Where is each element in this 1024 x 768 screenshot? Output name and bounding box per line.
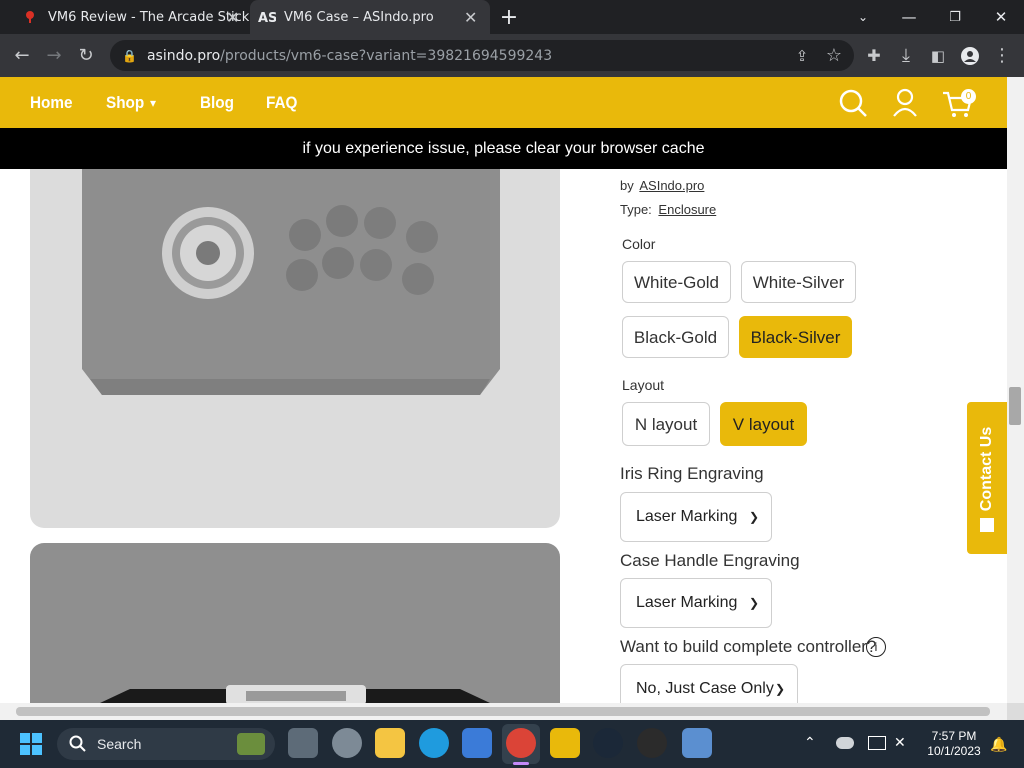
address-bar[interactable]: 🔒 asindo.pro /products/vm6-case?variant=… [110, 40, 854, 71]
as-logo-favicon: AS [258, 9, 277, 26]
search-icon[interactable] [838, 88, 868, 123]
windows-start-icon[interactable] [20, 733, 42, 760]
nav-blog[interactable]: Blog [200, 77, 234, 128]
photos-icon[interactable] [682, 728, 712, 758]
close-icon[interactable]: ✕ [226, 8, 239, 27]
layout-label: Layout [622, 377, 665, 393]
tab-vm6-case[interactable]: AS VM6 Case – ASIndo.pro ✕ [250, 0, 490, 34]
tray-chevron-up-icon[interactable]: ⌃ [804, 734, 816, 751]
product-image-secondary[interactable] [30, 543, 560, 703]
taskbar-search-box[interactable]: Search [57, 728, 275, 760]
network-icon[interactable] [868, 736, 886, 750]
svg-text:AS: AS [258, 11, 276, 25]
handle-engraving-label: Case Handle Engraving [620, 551, 800, 570]
scrollbar-corner [1007, 703, 1024, 720]
side-panel-icon[interactable]: ◧ [922, 34, 954, 77]
iris-engraving-value: Laser Marking [636, 508, 738, 525]
menu-kebab-icon[interactable]: ⋮ [986, 34, 1018, 77]
chevron-down-icon: ❯ [748, 596, 759, 610]
download-icon[interactable]: ⤓ [890, 34, 922, 77]
new-tab-button[interactable]: + [486, 0, 532, 34]
layout-option-n[interactable]: N layout [622, 402, 710, 446]
color-option-white-silver[interactable]: White-Silver [741, 261, 856, 303]
share-icon[interactable]: ⇪ [786, 34, 818, 77]
color-option-white-gold[interactable]: White-Gold [622, 261, 731, 303]
taskbar-clock[interactable]: 7:57 PM 10/1/2023 [920, 729, 988, 759]
contact-us-tab[interactable]: Contact Us [967, 402, 1007, 554]
app-yellow-icon[interactable] [550, 728, 580, 758]
volume-muted-icon[interactable]: ✕ [894, 734, 906, 751]
close-icon[interactable]: ✕ [464, 8, 477, 27]
steam-icon[interactable] [593, 728, 623, 758]
product-page: by ASIndo.pro Type: Enclosure Color Whit… [0, 169, 1007, 703]
url-path: /products/vm6-case?variant=3982169459924… [220, 47, 553, 64]
active-app-indicator [513, 762, 529, 765]
widgets-icon[interactable] [332, 728, 362, 758]
profile-icon[interactable] [954, 34, 986, 77]
type-line: Type: Enclosure [620, 202, 716, 217]
vendor-link[interactable]: ASIndo.pro [639, 178, 704, 193]
chevron-down-icon: ❯ [748, 510, 759, 524]
type-link[interactable]: Enclosure [658, 202, 716, 217]
iris-engraving-label: Iris Ring Engraving [620, 464, 764, 483]
reload-button[interactable]: ↻ [70, 34, 102, 77]
color-option-black-silver[interactable]: Black-Silver [739, 316, 852, 358]
account-icon[interactable] [892, 88, 918, 123]
type-label: Type: [620, 202, 652, 217]
chrome-icon[interactable] [506, 728, 536, 758]
lock-icon[interactable]: 🔒 [122, 49, 137, 63]
taskbar-search-label: Search [97, 736, 142, 752]
onedrive-icon[interactable] [836, 737, 854, 749]
clock-time: 7:57 PM [931, 729, 977, 743]
tab-search-chevron-icon[interactable]: ⌄ [840, 0, 886, 34]
horizontal-scrollbar-thumb[interactable] [16, 707, 990, 716]
arcade-stick-favicon [22, 9, 38, 25]
chevron-down-icon[interactable]: ▾ [150, 96, 156, 110]
handle-engraving-select[interactable]: Laser Marking ❯ [620, 578, 772, 628]
close-window-button[interactable]: ✕ [978, 0, 1024, 34]
scrollbar-thumb[interactable] [1009, 387, 1021, 425]
clock-date: 10/1/2023 [927, 744, 981, 758]
vendor-prefix: by [620, 178, 634, 193]
nav-home[interactable]: Home [30, 77, 73, 128]
file-explorer-icon[interactable] [375, 728, 405, 758]
app-controller-icon[interactable] [637, 728, 667, 758]
microsoft-store-icon[interactable] [462, 728, 492, 758]
bookmark-star-icon[interactable]: ☆ [818, 34, 850, 77]
iris-engraving-select[interactable]: Laser Marking ❯ [620, 492, 772, 542]
tab-title: VM6 Review - The Arcade Stick [48, 9, 250, 25]
product-image-main[interactable] [30, 169, 560, 528]
build-controller-value: No, Just Case Only [636, 680, 774, 697]
color-label: Color [622, 236, 656, 252]
color-option-black-gold[interactable]: Black-Gold [622, 316, 729, 358]
build-controller-select[interactable]: No, Just Case Only ❯ [620, 664, 798, 703]
nav-faq[interactable]: FAQ [266, 77, 297, 128]
chevron-down-icon: ❯ [774, 682, 785, 696]
nav-shop[interactable]: Shop [106, 77, 144, 128]
search-highlight-icon [237, 733, 265, 755]
task-view-icon[interactable] [288, 728, 318, 758]
contact-us-label: Contact Us [978, 426, 995, 512]
tab-vm6-review[interactable]: VM6 Review - The Arcade Stick ✕ [14, 0, 250, 34]
edge-icon[interactable] [419, 728, 449, 758]
vm6-case-illustration [82, 169, 500, 395]
minimize-button[interactable]: — [886, 0, 932, 34]
layout-option-v[interactable]: V layout [720, 402, 807, 446]
cart-count-badge: 0 [961, 89, 976, 104]
info-icon[interactable]: i [866, 637, 886, 657]
forward-button[interactable]: → [38, 34, 70, 77]
handle-engraving-value: Laser Marking [636, 594, 738, 611]
extensions-icon[interactable]: ✚ [858, 34, 890, 77]
back-button[interactable]: ← [6, 34, 38, 77]
vm6-case-side-illustration [100, 685, 490, 703]
tab-title: VM6 Case – ASIndo.pro [284, 9, 434, 25]
notification-bell-icon[interactable]: 🔔 [990, 736, 1007, 753]
url-host: asindo.pro [146, 47, 221, 64]
announcement-bar: if you experience issue, please clear yo… [0, 128, 1007, 169]
vendor-line: by ASIndo.pro [620, 178, 704, 193]
build-controller-label: Want to build complete controller? [620, 637, 877, 656]
restore-button[interactable]: ❐ [932, 0, 978, 34]
envelope-icon [980, 518, 994, 532]
search-icon [69, 735, 86, 752]
